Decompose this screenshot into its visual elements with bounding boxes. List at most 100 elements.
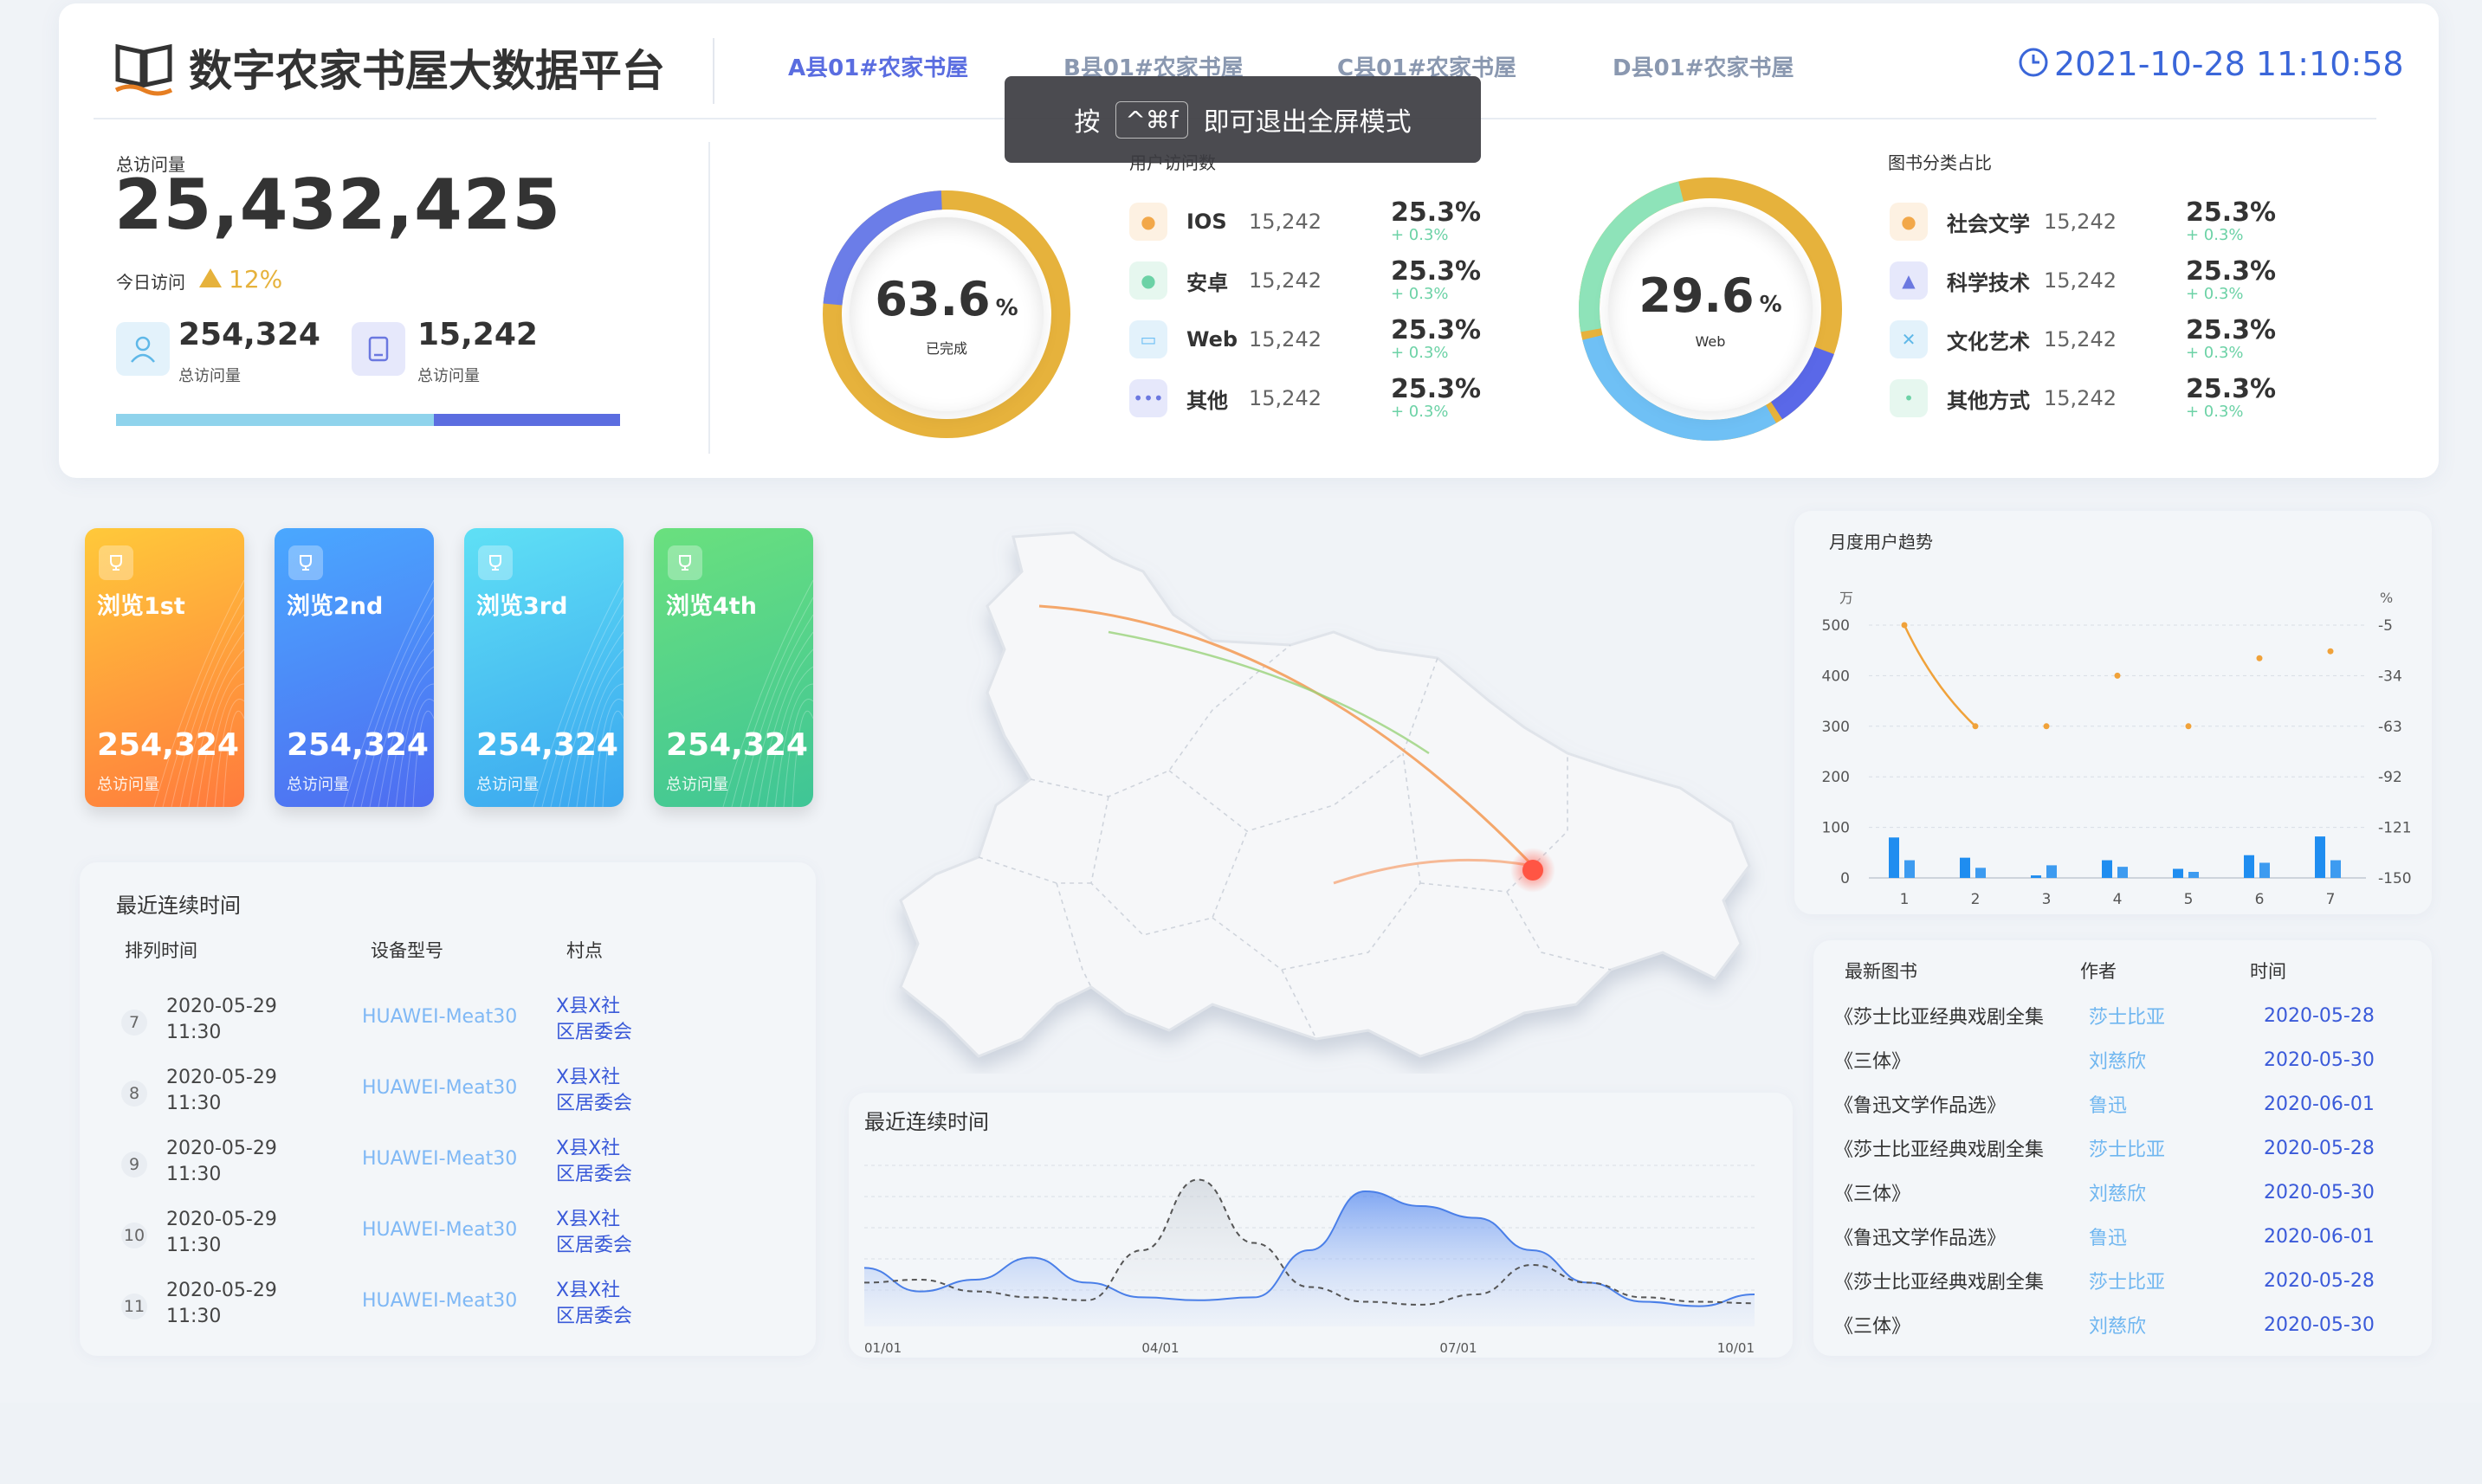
stat1-value: 254,324 [178,317,320,352]
tab-d[interactable]: D县01#农家书屋 [1613,50,1794,82]
table-row[interactable]: 10 2020-05-29 11:30 HUAWEI-Meat30 X县X社 区居委会 [80,1202,824,1273]
book-title[interactable]: 《莎士比亚经典戏剧全集 [1834,1259,2044,1302]
books-header-author: 作者 [2080,961,2117,982]
header-divider [713,38,714,104]
user_visits-row-name: IOS [1186,210,1227,234]
area-chart: 01/01 04/01 07/01 10/01 [863,1165,1755,1356]
monthly-right-tick: -92 [2378,769,2402,786]
book-date: 2020-05-30 [2264,1313,2375,1336]
monthly-point [2114,672,2121,679]
book-category-ring-value: 29.6 [1639,268,1755,323]
rank-card[interactable]: 浏览4th 254,324 总访问量 [654,528,813,807]
row-time: 11:30 [166,1306,222,1327]
visit-progress-bar [116,414,620,426]
row-village[interactable]: X县X社 区居委会 [556,1207,632,1259]
row-village-line1: X县X社 [556,996,621,1017]
row-time: 11:30 [166,1093,222,1114]
recent-header-time: 排列时间 [125,940,197,961]
book-title[interactable]: 《三体》 [1834,1171,1910,1214]
monthly-bar [1960,857,1970,878]
region-map [883,519,1767,1077]
user-visits-ring-unit: % [995,294,1018,321]
row-village-line1: X县X社 [556,1138,621,1159]
row-village-line2: 区居委会 [556,1093,633,1114]
rank-title: 浏览2nd [287,593,384,620]
row-number: 9 [121,1152,147,1178]
row-village[interactable]: X县X社 区居委会 [556,1136,632,1188]
book-date: 2020-06-01 [2264,1093,2375,1115]
books-header-date: 时间 [2250,961,2286,982]
book-title[interactable]: 《鲁迅文学作品选》 [1834,1082,2006,1126]
rank-value: 254,324 [97,727,239,763]
book-title[interactable]: 《鲁迅文学作品选》 [1834,1215,2006,1258]
rank-title: 浏览4th [666,593,757,620]
monthly-right-tick: -5 [2378,617,2393,635]
row-device: HUAWEI-Meat30 [362,1148,518,1170]
trophy-icon [478,545,513,580]
monthly-x-tick: 4 [2113,891,2123,908]
rank-card[interactable]: 浏览3rd 254,324 总访问量 [464,528,624,807]
row-village[interactable]: X县X社 区居委会 [556,1065,632,1117]
trophy-icon [288,545,323,580]
book-title[interactable]: 《三体》 [1834,1038,1910,1081]
recent-title: 最近连续时间 [116,894,241,918]
monthly-bar [1975,868,1986,878]
user-visits-ring-label: 已完成 [925,339,967,357]
visit-progress-fill [116,414,434,426]
book-date: 2020-05-28 [2264,1137,2375,1159]
book_category-row-change: + 0.3% [2186,285,2244,303]
user_visits-row-change: + 0.3% [1391,285,1449,303]
rank-title: 浏览3rd [476,593,568,620]
book_category-row: ✕ 文化艺术 15,242 25.3% + 0.3% [1890,315,2276,364]
stat1-label: 总访问量 [178,367,241,385]
table-row[interactable]: 7 2020-05-29 11:30 HUAWEI-Meat30 X县X社 区居委会 [80,989,824,1060]
tab-a[interactable]: A县01#农家书屋 [788,50,968,82]
book-category-ring: 29.6% Web [1576,175,1845,447]
books-header-title: 最新图书 [1845,961,1917,982]
recent-header-device: 设备型号 [371,940,443,961]
rank-card[interactable]: 浏览1st 254,324 总访问量 [85,528,244,807]
monthly-left-tick: 0 [1840,870,1850,887]
book-title[interactable]: 《莎士比亚经典戏剧全集 [1834,1126,2044,1170]
user_visits-row-num: 15,242 [1249,210,1322,234]
user_visits-row-pct: 25.3% [1391,374,1482,404]
book-title[interactable]: 《莎士比亚经典戏剧全集 [1834,994,2044,1037]
book-date: 2020-06-01 [2264,1225,2375,1248]
art-tools-icon: ✕ [1890,320,1928,358]
table-row[interactable]: 9 2020-05-29 11:30 HUAWEI-Meat30 X县X社 区居委会 [80,1131,824,1202]
book_category-row-pct: 25.3% [2186,315,2277,345]
toast-prefix: 按 [1074,107,1101,138]
clock-icon [2018,47,2049,81]
monthly-bar [2259,862,2270,878]
monthly-bar [2188,871,2199,878]
book-title[interactable]: 《三体》 [1834,1303,1910,1346]
rank-value: 254,324 [476,727,618,763]
user_visits-row: ••• 其他 15,242 25.3% + 0.3% [1129,374,1481,423]
row-village[interactable]: X县X社 区居委会 [556,994,632,1046]
row-datetime: 2020-05-29 11:30 [166,1065,277,1117]
book_category-row-num: 15,242 [2044,268,2117,293]
monthly-right-tick: -34 [2378,668,2402,685]
user_visits-row: ● 安卓 15,242 25.3% + 0.3% [1129,256,1481,305]
user_visits-row-num: 15,242 [1249,386,1322,410]
monthly-panel: 月度用户趋势 万% 500 -5 400 -34 300 -63 200 -92 100 -121 0… [1794,511,2432,914]
table-row[interactable]: 11 2020-05-29 11:30 HUAWEI-Meat30 X县X社 区居委会 [80,1273,824,1344]
row-time: 11:30 [166,1235,222,1256]
monthly-point [1972,723,1979,730]
row-device: HUAWEI-Meat30 [362,1077,518,1099]
book_category-row: ● 社会文学 15,242 25.3% + 0.3% [1890,197,2276,246]
book-author: 刘慈欣 [2089,1051,2147,1073]
rank-card[interactable]: 浏览2nd 254,324 总访问量 [275,528,434,807]
monthly-left-unit: 万 [1839,590,1853,606]
user_visits-row-change: + 0.3% [1391,344,1449,362]
monthly-x-tick: 7 [2326,891,2336,908]
row-datetime: 2020-05-29 11:30 [166,1278,277,1330]
row-date: 2020-05-29 [166,1280,277,1301]
table-row[interactable]: 8 2020-05-29 11:30 HUAWEI-Meat30 X县X社 区居委会 [80,1060,824,1131]
book-date: 2020-05-30 [2264,1181,2375,1203]
book-date: 2020-05-28 [2264,1004,2375,1027]
monthly-right-tick: -63 [2378,719,2402,736]
row-date: 2020-05-29 [166,996,277,1017]
area-x-tick: 07/01 [1439,1340,1477,1356]
row-village[interactable]: X县X社 区居委会 [556,1278,632,1330]
